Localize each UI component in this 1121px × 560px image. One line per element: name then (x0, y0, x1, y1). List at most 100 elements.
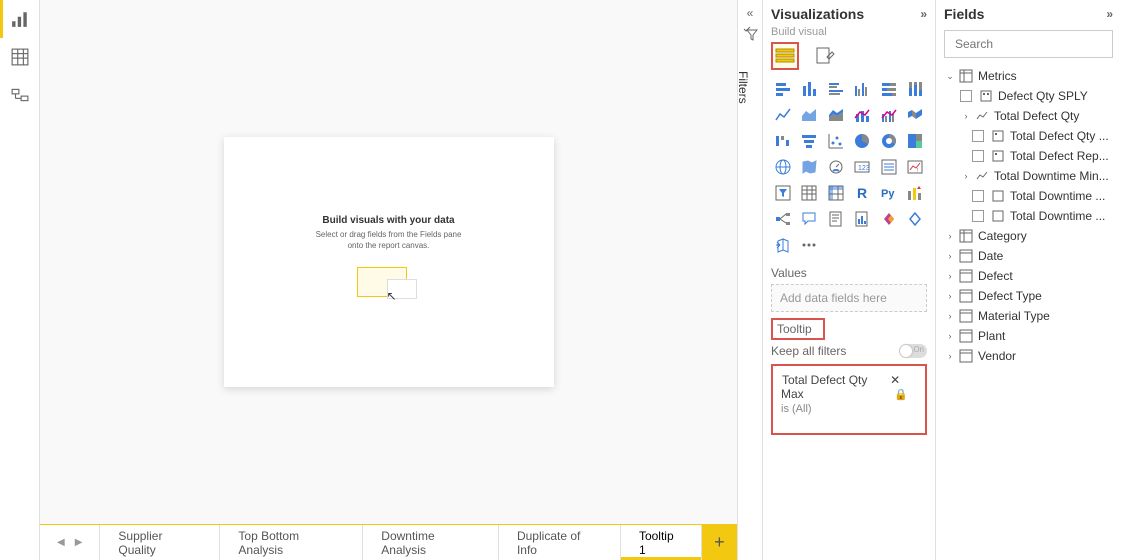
area-chart-icon[interactable] (798, 104, 822, 126)
table-icon (958, 69, 974, 83)
field-total-downtime-1[interactable]: Total Downtime ... (944, 186, 1113, 206)
multi-row-card-icon[interactable] (877, 156, 901, 178)
azure-map-icon[interactable] (771, 234, 795, 256)
lock-icon[interactable]: 🔒 (894, 389, 908, 401)
table-icon (958, 269, 974, 283)
tab-nav-arrows: ◀ ▶ (40, 525, 100, 560)
qa-visual-icon[interactable] (798, 208, 822, 230)
build-visual-tab[interactable] (771, 42, 799, 70)
smart-narrative-icon[interactable] (824, 208, 848, 230)
collapse-visualizations-icon[interactable]: » (920, 7, 927, 21)
canvas-illustration: ↖ (357, 261, 421, 309)
hundred-stacked-column-icon[interactable] (904, 78, 928, 100)
table-plant[interactable]: ›Plant (944, 326, 1113, 346)
r-visual-icon[interactable]: R (851, 182, 875, 204)
pie-chart-icon[interactable] (851, 130, 875, 152)
clustered-column-chart-icon[interactable] (851, 78, 875, 100)
tab-downtime[interactable]: Downtime Analysis (363, 525, 499, 560)
power-apps-icon[interactable] (877, 208, 901, 230)
data-view-button[interactable] (0, 38, 39, 76)
stacked-column-chart-icon[interactable] (798, 78, 822, 100)
field-checkbox[interactable] (972, 150, 984, 162)
donut-chart-icon[interactable] (877, 130, 901, 152)
table-date[interactable]: ›Date (944, 246, 1113, 266)
treemap-icon[interactable] (904, 130, 928, 152)
field-total-defect-qty[interactable]: ›Total Defect Qty (944, 106, 1113, 126)
filters-pane-collapsed[interactable]: « Filters (737, 0, 763, 560)
svg-text:Py: Py (881, 188, 895, 200)
slicer-icon[interactable] (771, 182, 795, 204)
power-automate-icon[interactable] (904, 208, 928, 230)
scatter-chart-icon[interactable] (824, 130, 848, 152)
stacked-bar-chart-icon[interactable] (771, 78, 795, 100)
paginated-report-icon[interactable] (851, 208, 875, 230)
funnel-chart-icon[interactable] (798, 130, 822, 152)
ribbon-chart-icon[interactable] (904, 104, 928, 126)
tooltip-filter-card[interactable]: Total Defect Qty Max ✕🔒 is (All) (771, 364, 927, 435)
table-metrics[interactable]: ⌄Metrics (944, 66, 1113, 86)
map-icon[interactable] (771, 156, 795, 178)
field-checkbox[interactable] (972, 210, 984, 222)
fields-tree: ⌄Metrics Defect Qty SPLY ›Total Defect Q… (944, 66, 1113, 560)
measure-icon (990, 150, 1006, 162)
filters-label: Filters (736, 71, 750, 104)
table-category[interactable]: ›Category (944, 226, 1113, 246)
collapse-fields-icon[interactable]: » (1106, 7, 1113, 21)
tab-top-bottom[interactable]: Top Bottom Analysis (220, 525, 363, 560)
kpi-icon[interactable]: ! (904, 156, 928, 178)
tab-prev-button[interactable]: ◀ (57, 537, 65, 548)
clustered-bar-chart-icon[interactable] (824, 78, 848, 100)
field-total-defect-qty-child[interactable]: Total Defect Qty ... (944, 126, 1113, 146)
field-total-defect-rep[interactable]: Total Defect Rep... (944, 146, 1113, 166)
field-total-downtime-min[interactable]: ›Total Downtime Min... (944, 166, 1113, 186)
report-view-button[interactable] (0, 0, 39, 38)
measure-icon (990, 210, 1006, 222)
field-defect-qty-sply[interactable]: Defect Qty SPLY (944, 86, 1113, 106)
field-checkbox[interactable] (972, 130, 984, 142)
keep-all-filters-label: Keep all filters (771, 344, 846, 358)
tab-supplier-quality[interactable]: Supplier Quality (100, 525, 220, 560)
filled-map-icon[interactable] (798, 156, 822, 178)
card-icon[interactable]: 123 (851, 156, 875, 178)
filter-icon (742, 26, 758, 45)
remove-filter-icon[interactable]: ✕ (890, 373, 900, 387)
tab-tooltip-1[interactable]: Tooltip 1 (621, 525, 702, 560)
expand-filters-icon[interactable]: « (747, 6, 754, 20)
matrix-icon[interactable] (824, 182, 848, 204)
tab-duplicate-info[interactable]: Duplicate of Info (499, 525, 621, 560)
format-visual-tab[interactable] (811, 42, 839, 70)
key-influencers-icon[interactable] (904, 182, 928, 204)
measure-icon (990, 130, 1006, 142)
values-field-well[interactable]: Add data fields here (771, 284, 927, 312)
stacked-area-chart-icon[interactable] (824, 104, 848, 126)
fields-search-box[interactable] (944, 30, 1113, 58)
field-checkbox[interactable] (960, 90, 972, 102)
table-defect-type[interactable]: ›Defect Type (944, 286, 1113, 306)
table-defect[interactable]: ›Defect (944, 266, 1113, 286)
hundred-stacked-bar-icon[interactable] (877, 78, 901, 100)
model-view-button[interactable] (0, 76, 39, 114)
table-icon (958, 289, 974, 303)
table-vendor[interactable]: ›Vendor (944, 346, 1113, 366)
canvas-page[interactable]: Build visuals with your data Select or d… (224, 137, 554, 387)
canvas-empty-subtitle: Select or drag fields from the Fields pa… (309, 230, 469, 251)
table-material-type[interactable]: ›Material Type (944, 306, 1113, 326)
filter-field-name: Total Defect Qty Max (781, 373, 867, 401)
shape-map-icon[interactable] (824, 156, 848, 178)
python-visual-icon[interactable]: Py (877, 182, 901, 204)
fields-search-input[interactable] (955, 37, 1110, 51)
keep-all-filters-toggle[interactable]: On (899, 344, 927, 358)
line-clustered-column-icon[interactable] (877, 104, 901, 126)
decomposition-tree-icon[interactable] (771, 208, 795, 230)
field-total-downtime-2[interactable]: Total Downtime ... (944, 206, 1113, 226)
report-canvas[interactable]: Build visuals with your data Select or d… (40, 0, 737, 524)
add-page-button[interactable]: + (702, 525, 737, 560)
field-checkbox[interactable] (972, 190, 984, 202)
table-icon (958, 229, 974, 243)
tab-next-button[interactable]: ▶ (75, 537, 83, 548)
more-visuals-icon[interactable] (798, 234, 822, 256)
waterfall-chart-icon[interactable] (771, 130, 795, 152)
table-icon[interactable] (798, 182, 822, 204)
line-stacked-column-icon[interactable] (851, 104, 875, 126)
line-chart-icon[interactable] (771, 104, 795, 126)
